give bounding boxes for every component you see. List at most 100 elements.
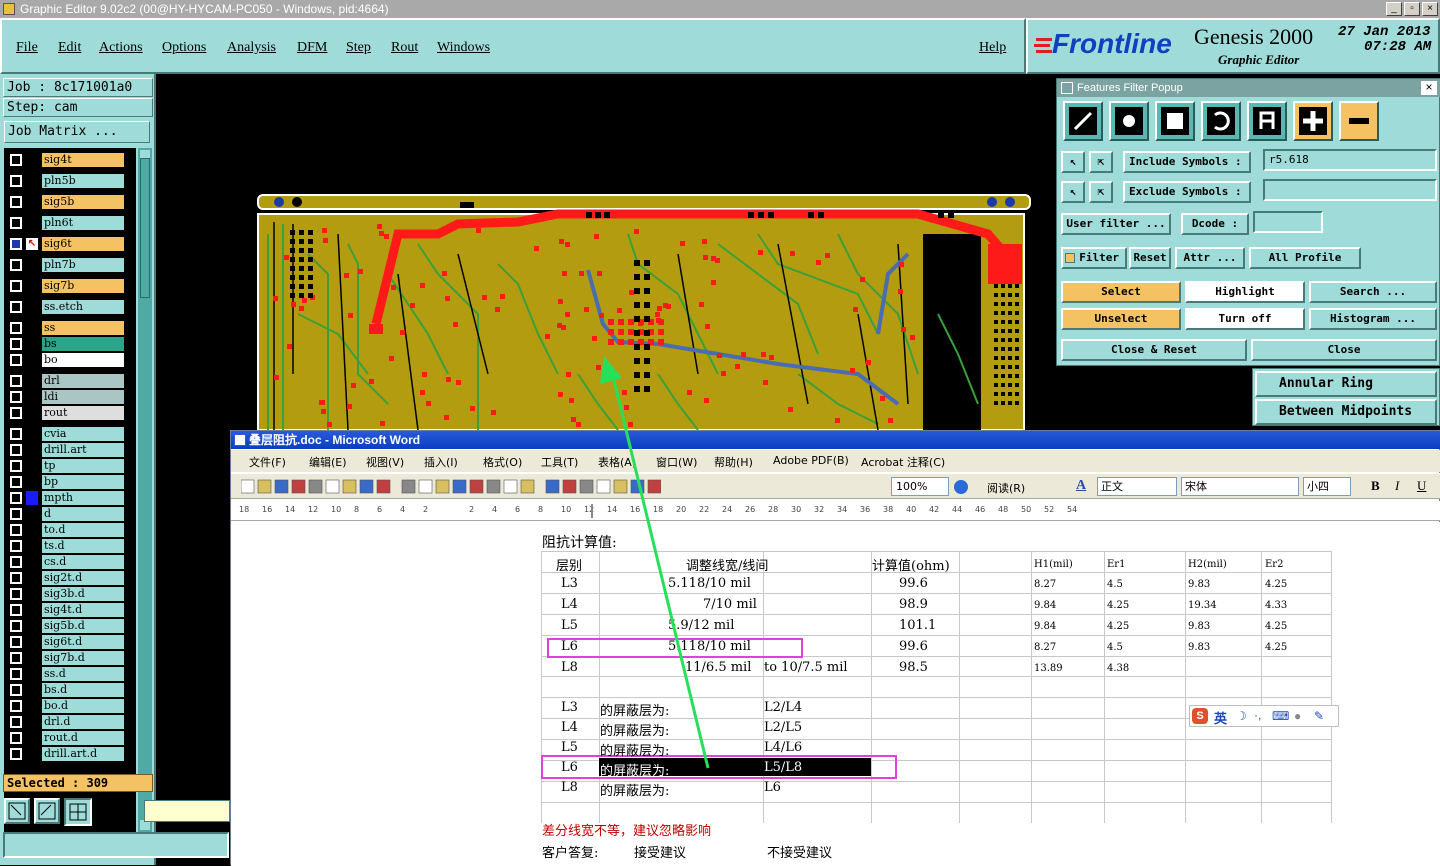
layer-name[interactable]: d (42, 507, 124, 521)
layer-row-drill-art[interactable]: drill.art (4, 443, 136, 457)
font-select[interactable]: 宋体 (1181, 477, 1299, 496)
layer-row-d[interactable]: d (4, 507, 136, 521)
layer-checkbox[interactable] (10, 684, 22, 696)
layer-row-to-d[interactable]: to.d (4, 523, 136, 537)
layer-checkbox[interactable] (10, 238, 22, 250)
word-menu-item[interactable]: Adobe PDF(B) (773, 454, 849, 467)
xy-input[interactable] (144, 800, 230, 822)
layer-name[interactable]: drl.d (42, 715, 124, 729)
layer-checkbox[interactable] (10, 196, 22, 208)
layer-name[interactable]: ss.etch (42, 300, 124, 314)
arc-type-button[interactable] (1201, 101, 1241, 141)
layer-row-drl[interactable]: drl (4, 374, 136, 388)
menu-dfm[interactable]: DFM (297, 40, 327, 56)
layer-checkbox[interactable] (10, 322, 22, 334)
layer-name[interactable]: sig6t (42, 237, 124, 251)
layer-checkbox[interactable] (10, 428, 22, 440)
layer-row-sig6t[interactable]: ↖ sig6t (4, 237, 136, 251)
horizontal-ruler[interactable]: 18 16 14 12 10 8 6 4 2 2 4 6 8 10 12 14 16 18 20 22 24 26 28 30… (231, 501, 1440, 521)
keyboard-icon[interactable]: ⌨ (1272, 709, 1289, 723)
layer-row-ss-etch[interactable]: ss.etch (4, 300, 136, 314)
layer-name[interactable]: sig5b.d (42, 619, 124, 633)
reject-option[interactable]: 不接受建议 (767, 842, 832, 861)
font-size-select[interactable]: 小四 (1303, 477, 1351, 496)
help-icon[interactable] (954, 480, 968, 494)
layer-name[interactable]: sig7b (42, 279, 124, 293)
layer-checkbox[interactable] (10, 700, 22, 712)
layer-checkbox[interactable] (10, 492, 22, 504)
layer-checkbox[interactable] (10, 354, 22, 366)
layer-row-sig7b[interactable]: sig7b (4, 279, 136, 293)
word-menu-item[interactable]: 窗口(W) (656, 454, 697, 470)
layer-name[interactable]: rout (42, 406, 124, 420)
exclude-symbols-input[interactable] (1263, 179, 1437, 201)
layer-checkbox[interactable] (10, 444, 22, 456)
all-profile-select[interactable]: All Profile (1249, 247, 1361, 269)
popup-close-icon[interactable]: × (1421, 81, 1437, 95)
layer-row-ldi[interactable]: ldi (4, 390, 136, 404)
layer-row-drill-art-d[interactable]: drill.art.d (4, 747, 136, 761)
layer-name[interactable]: drl (42, 374, 124, 388)
maximize-button[interactable]: ▫ (1404, 2, 1420, 16)
layer-scrollbar[interactable] (138, 148, 152, 834)
style-icon[interactable]: A (1076, 478, 1090, 494)
attr-button[interactable]: Attr ... (1175, 247, 1245, 269)
annular-ring-button[interactable]: Annular Ring (1255, 371, 1437, 397)
layer-row-cs-d[interactable]: cs.d (4, 555, 136, 569)
layer-name[interactable]: ss.d (42, 667, 124, 681)
layer-row-drl-d[interactable]: drl.d (4, 715, 136, 729)
user-icon[interactable]: ● (1294, 709, 1301, 723)
layer-checkbox[interactable] (10, 540, 22, 552)
layer-row-bs[interactable]: bs (4, 337, 136, 351)
zoom-fit-icon[interactable] (4, 798, 30, 824)
layer-row-rout[interactable]: rout (4, 406, 136, 420)
word-menu-item[interactable]: 插入(I) (424, 454, 458, 470)
exclude-list-icon[interactable]: ⇱ (1089, 181, 1113, 203)
layer-row-pln7b[interactable]: pln7b (4, 258, 136, 272)
job-matrix-button[interactable]: Job Matrix ... (4, 121, 150, 143)
reset-button[interactable]: Reset (1129, 247, 1171, 269)
layer-name[interactable]: cs.d (42, 555, 124, 569)
layer-name[interactable]: ss (42, 321, 124, 335)
menu-windows[interactable]: Windows (437, 40, 490, 56)
layer-row-ss-d[interactable]: ss.d (4, 667, 136, 681)
style-select[interactable]: 正文 (1097, 477, 1177, 496)
layer-name[interactable]: drill.art.d (42, 747, 124, 761)
layer-checkbox[interactable] (10, 636, 22, 648)
text-type-button[interactable] (1247, 101, 1287, 141)
layer-name[interactable]: pln5b (42, 174, 124, 188)
layer-checkbox[interactable] (10, 588, 22, 600)
minimize-button[interactable]: _ (1386, 2, 1402, 16)
word-menu-item[interactable]: Acrobat 注释(C) (861, 454, 945, 470)
italic-button[interactable]: I (1395, 478, 1399, 494)
histogram-button[interactable]: Histogram ... (1309, 308, 1437, 330)
layer-checkbox[interactable] (10, 259, 22, 271)
bold-button[interactable]: B (1371, 478, 1380, 494)
layer-checkbox[interactable] (10, 460, 22, 472)
dcode-input[interactable] (1253, 211, 1323, 233)
menu-edit[interactable]: Edit (58, 40, 81, 56)
grid-icon[interactable] (64, 798, 92, 826)
layer-checkbox[interactable] (10, 175, 22, 187)
layer-name[interactable]: drill.art (42, 443, 124, 457)
layer-checkbox[interactable] (10, 572, 22, 584)
filter-checkbox-icon[interactable] (1065, 253, 1075, 263)
layer-name[interactable]: pln7b (42, 258, 124, 272)
layer-row-sig4t-d[interactable]: sig4t.d (4, 603, 136, 617)
between-midpoints-button[interactable]: Between Midpoints (1255, 399, 1437, 425)
layer-name[interactable]: sig4t (42, 153, 124, 167)
layer-row-sig4t[interactable]: sig4t (4, 153, 136, 167)
layer-checkbox[interactable] (10, 476, 22, 488)
layer-checkbox[interactable] (10, 604, 22, 616)
negative-polarity-button[interactable] (1339, 101, 1379, 141)
layer-name[interactable]: bp (42, 475, 124, 489)
layer-checkbox[interactable] (10, 407, 22, 419)
layer-name[interactable]: ts.d (42, 539, 124, 553)
highlight-button[interactable]: Highlight (1185, 281, 1305, 303)
layer-row-bo-d[interactable]: bo.d (4, 699, 136, 713)
layer-checkbox[interactable] (10, 748, 22, 760)
layer-name[interactable]: sig2t.d (42, 571, 124, 585)
layer-checkbox[interactable] (10, 154, 22, 166)
menu-step[interactable]: Step (346, 40, 371, 56)
word-menu-item[interactable]: 帮助(H) (714, 454, 753, 470)
